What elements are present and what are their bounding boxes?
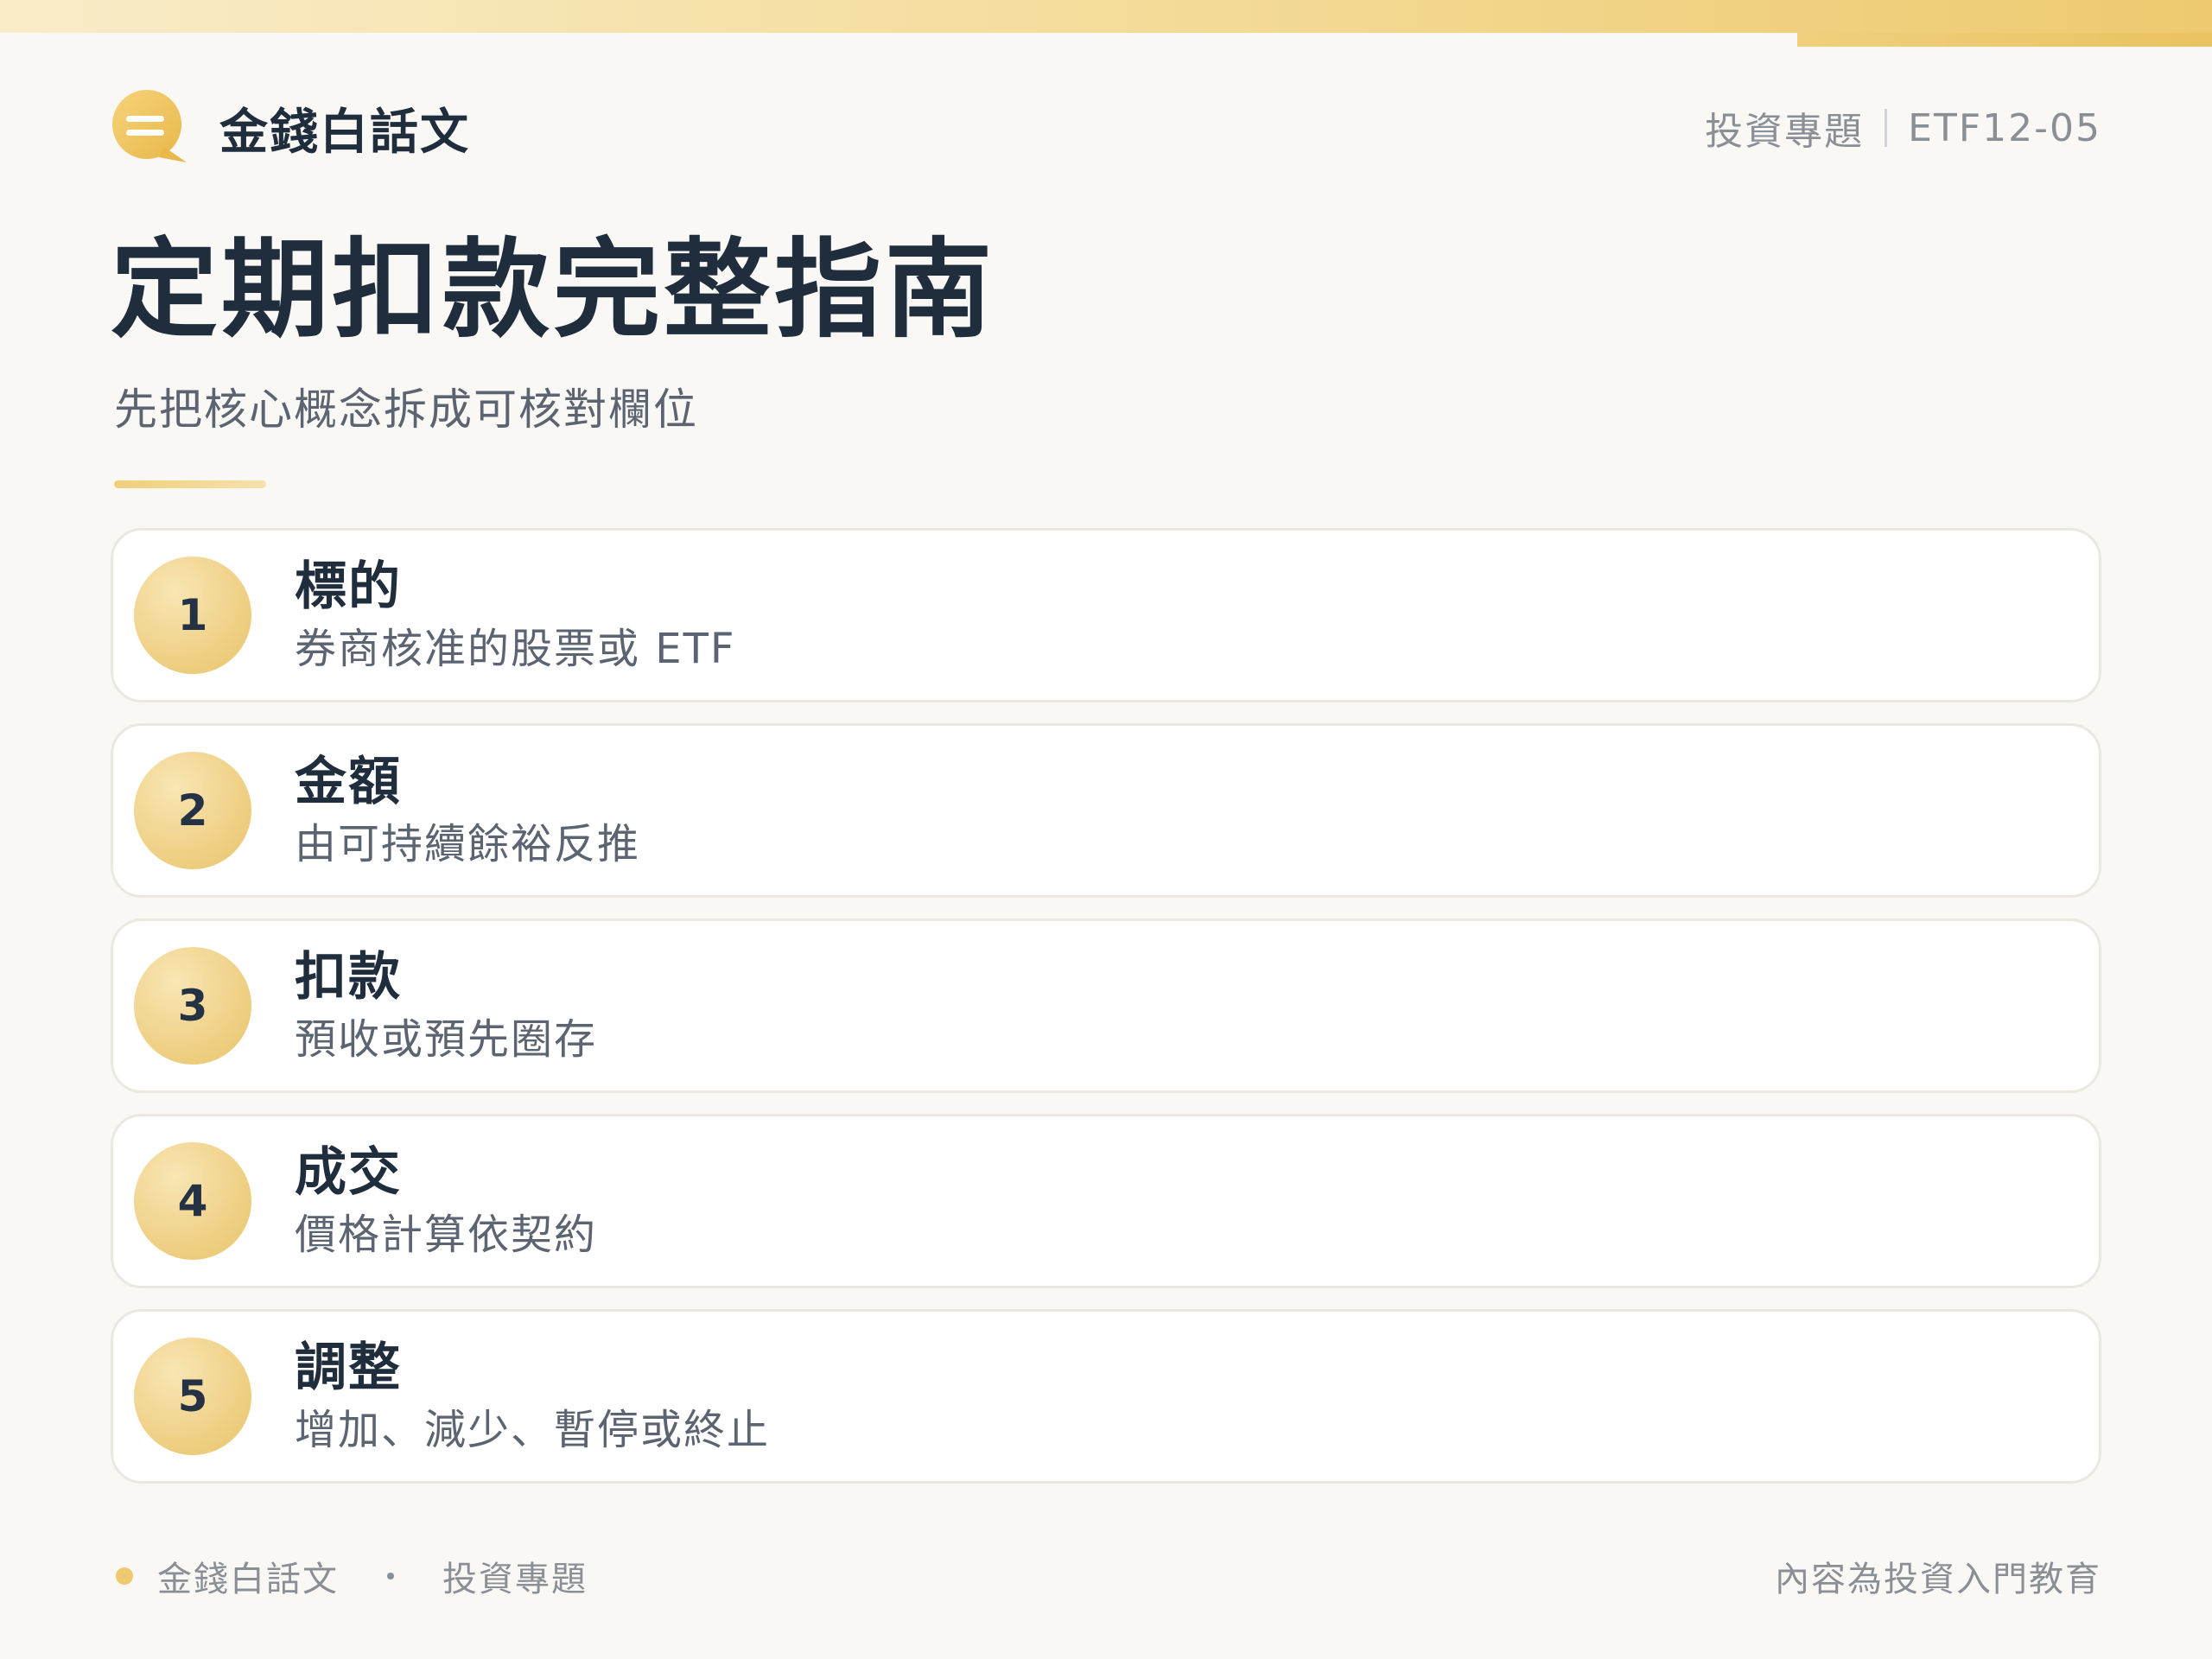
page-title: 定期扣款完整指南 — [111, 228, 996, 353]
header-category: 投資專題 — [1705, 110, 1865, 154]
step-title: 調整 — [295, 1338, 402, 1399]
step-card-4: 4 成交 價格計算依契約 — [111, 1114, 2101, 1288]
step-number-badge: 1 — [134, 556, 251, 674]
step-description: 券商核准的股票或 ETF — [295, 625, 736, 674]
footer-separator-dot — [387, 1573, 394, 1580]
page-header: 金錢白話文 投資專題 ETF12-05 — [111, 90, 2101, 166]
step-text: 成交 價格計算依契約 — [295, 1141, 597, 1261]
step-text: 標的 券商核准的股票或 ETF — [295, 556, 736, 675]
footer-note: 內容為投資入門教育 — [1775, 1560, 2101, 1599]
step-list: 1 標的 券商核准的股票或 ETF 2 金額 由可持續餘裕反推 3 扣款 預收或… — [111, 528, 2101, 1504]
step-title: 成交 — [295, 1142, 402, 1204]
step-title: 扣款 — [295, 947, 402, 1008]
step-description: 預收或預先圈存 — [295, 1015, 598, 1065]
top-accent-strip — [1797, 33, 2212, 47]
brand-name: 金錢白話文 — [219, 104, 470, 161]
step-title: 金額 — [295, 752, 402, 813]
header-code: ETF12-05 — [1908, 105, 2101, 150]
brand: 金錢白話文 — [111, 90, 470, 166]
step-text: 調整 增加、減少、暫停或終止 — [295, 1337, 770, 1456]
step-description: 由可持續餘裕反推 — [295, 820, 641, 869]
step-text: 扣款 預收或預先圈存 — [295, 946, 597, 1065]
step-number-badge: 2 — [134, 752, 251, 869]
footer-left: 金錢白話文 投資專題 — [111, 1551, 588, 1601]
header-meta: 投資專題 ETF12-05 — [1705, 100, 2101, 156]
footer-category: 投資專題 — [442, 1560, 588, 1599]
step-description: 增加、減少、暫停或終止 — [295, 1406, 771, 1455]
step-card-2: 2 金額 由可持續餘裕反推 — [111, 723, 2101, 898]
chat-bubble-icon — [112, 90, 187, 162]
header-divider — [1885, 109, 1888, 147]
footer-accent-dot — [116, 1567, 133, 1585]
step-description: 價格計算依契約 — [295, 1211, 598, 1260]
page-subtitle: 先把核心概念拆成可核對欄位 — [114, 385, 698, 435]
step-card-1: 1 標的 券商核准的股票或 ETF — [111, 528, 2101, 702]
top-gradient-band — [0, 0, 2212, 33]
step-card-5: 5 調整 增加、減少、暫停或終止 — [111, 1309, 2101, 1484]
title-underline — [114, 480, 266, 488]
step-number-badge: 4 — [134, 1142, 251, 1260]
page-footer: 金錢白話文 投資專題 內容為投資入門教育 — [111, 1548, 2101, 1604]
step-text: 金額 由可持續餘裕反推 — [295, 751, 640, 870]
step-title: 標的 — [295, 556, 402, 618]
footer-brand: 金錢白話文 — [157, 1560, 339, 1599]
step-number-badge: 5 — [134, 1338, 251, 1455]
step-number-badge: 3 — [134, 947, 251, 1065]
step-card-3: 3 扣款 預收或預先圈存 — [111, 918, 2101, 1093]
